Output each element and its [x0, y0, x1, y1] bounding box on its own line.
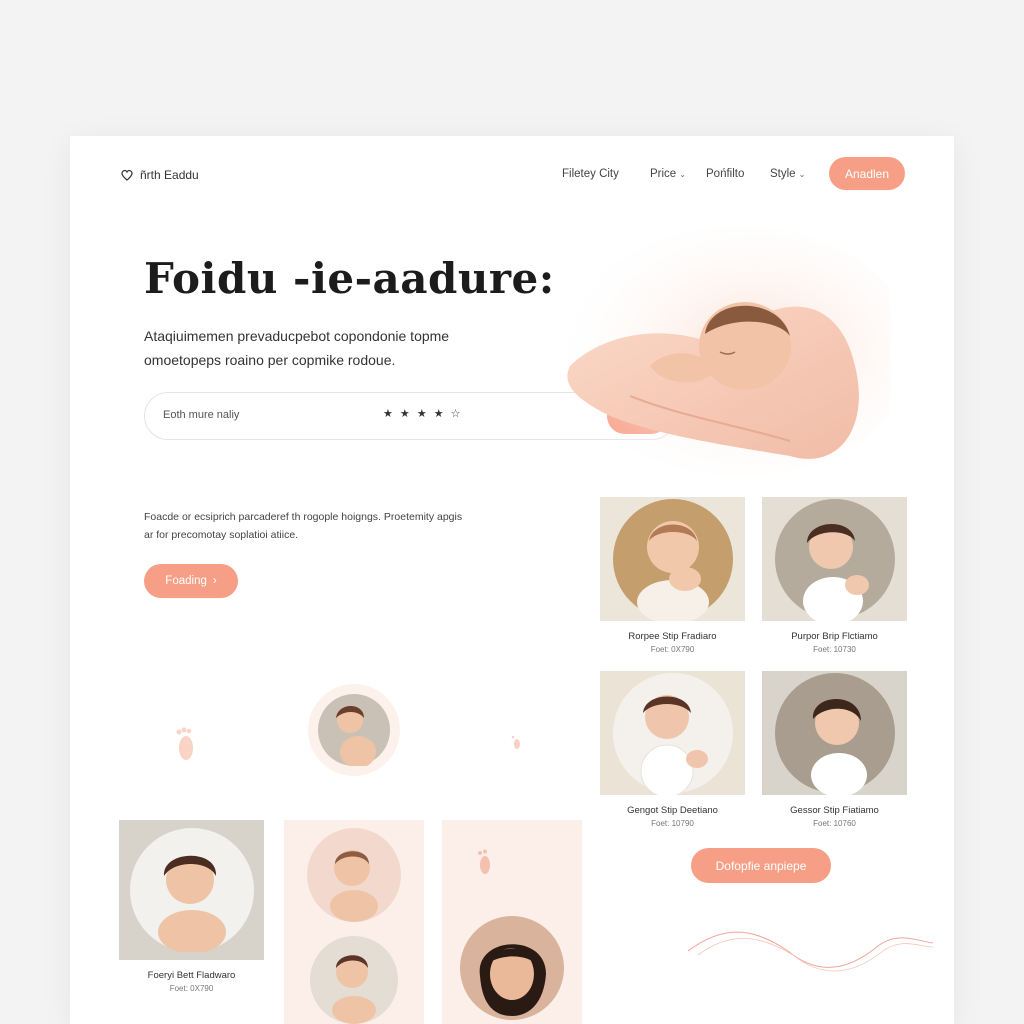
baby-avatar: [308, 684, 400, 776]
hero-subtitle: Ataqiuimemen prevaducpebot copondonie to…: [144, 328, 450, 368]
page-card: ñrth Eaddu Filetey City Price ⌄ Pońfilto…: [70, 136, 954, 1024]
product-price: Foet: 0X790: [650, 645, 695, 654]
product-name: Purpor Brip Flctiamo: [791, 631, 878, 642]
baby-portrait-image: [310, 936, 398, 1024]
baby-portrait-image: [129, 828, 254, 952]
nav-item-price[interactable]: Price ⌄: [650, 168, 686, 180]
photo-panel: [442, 820, 582, 1024]
product-name: Foeryi Bett Fladwaro: [147, 970, 236, 981]
baby-portrait-image: [612, 499, 733, 621]
product-image: [600, 497, 745, 621]
product-image: [600, 671, 745, 795]
mother-portrait-image: [460, 916, 564, 1020]
nav-item-portfolio[interactable]: Pońfilto: [706, 168, 744, 180]
cta-button[interactable]: Anadlen: [829, 157, 905, 190]
search-input[interactable]: [163, 409, 363, 421]
decorative-squiggle: [688, 931, 933, 972]
chevron-down-icon: ⌄: [679, 169, 686, 179]
product-image: [119, 820, 264, 960]
product-price: Foet: 10730: [813, 645, 856, 654]
chevron-down-icon: ⌄: [798, 169, 806, 179]
hero-newborn-image: [565, 226, 890, 476]
product-name: Gessor Stip Fiatiamo: [790, 805, 879, 816]
product-image: [762, 497, 907, 621]
footprint-icon: [176, 727, 193, 760]
footprint-icon: [511, 735, 520, 749]
baby-portrait-image: [307, 828, 401, 922]
heart-logo-icon: [121, 169, 133, 181]
product-card[interactable]: Gengot Stip Deetiano Foet: 10790: [600, 671, 745, 828]
logo[interactable]: ñrth Eaddu: [120, 168, 199, 182]
nav-item-style[interactable]: Style ⌄: [770, 168, 805, 180]
nav-item-city[interactable]: Filetey City: [562, 168, 619, 180]
baby-portrait-image: [774, 499, 895, 621]
rating-stars[interactable]: ★ ★ ★ ★ ☆: [383, 407, 463, 420]
photo-panel: [284, 820, 424, 1024]
baby-portrait-image: [612, 673, 733, 795]
baby-portrait-image: [774, 673, 895, 795]
baby-portrait-image: [318, 694, 390, 766]
learn-more-button[interactable]: Foading ›: [144, 564, 238, 598]
product-card[interactable]: Foeryi Bett Fladwaro Foet: 0X790: [119, 820, 264, 993]
footprint-icon: [478, 849, 490, 874]
product-image: [762, 671, 907, 795]
product-name: Rorpee Stip Fradiaro: [628, 631, 717, 642]
product-price: Foet: 10760: [813, 819, 856, 828]
product-price: Foet: 10790: [651, 819, 694, 828]
product-card[interactable]: Gessor Stip Fiatiamo Foet: 10760: [762, 671, 907, 828]
arrow-right-icon: ›: [212, 575, 217, 587]
product-card[interactable]: Purpor Brip Flctiamo Foet: 10730: [762, 497, 907, 654]
hero-title: Foidu -ie-aadure:: [144, 254, 555, 303]
product-name: Gengot Stip Deetiano: [627, 805, 718, 816]
product-card[interactable]: Rorpee Stip Fradiaro Foet: 0X790: [600, 497, 745, 654]
discover-more-button[interactable]: Dofopfie anpiepe: [691, 848, 831, 883]
product-price: Foet: 0X790: [169, 984, 214, 993]
intro-text: Foacde or ecsiprich parcaderef th rogopl…: [144, 511, 463, 541]
logo-text: ñrth Eaddu: [140, 168, 199, 182]
